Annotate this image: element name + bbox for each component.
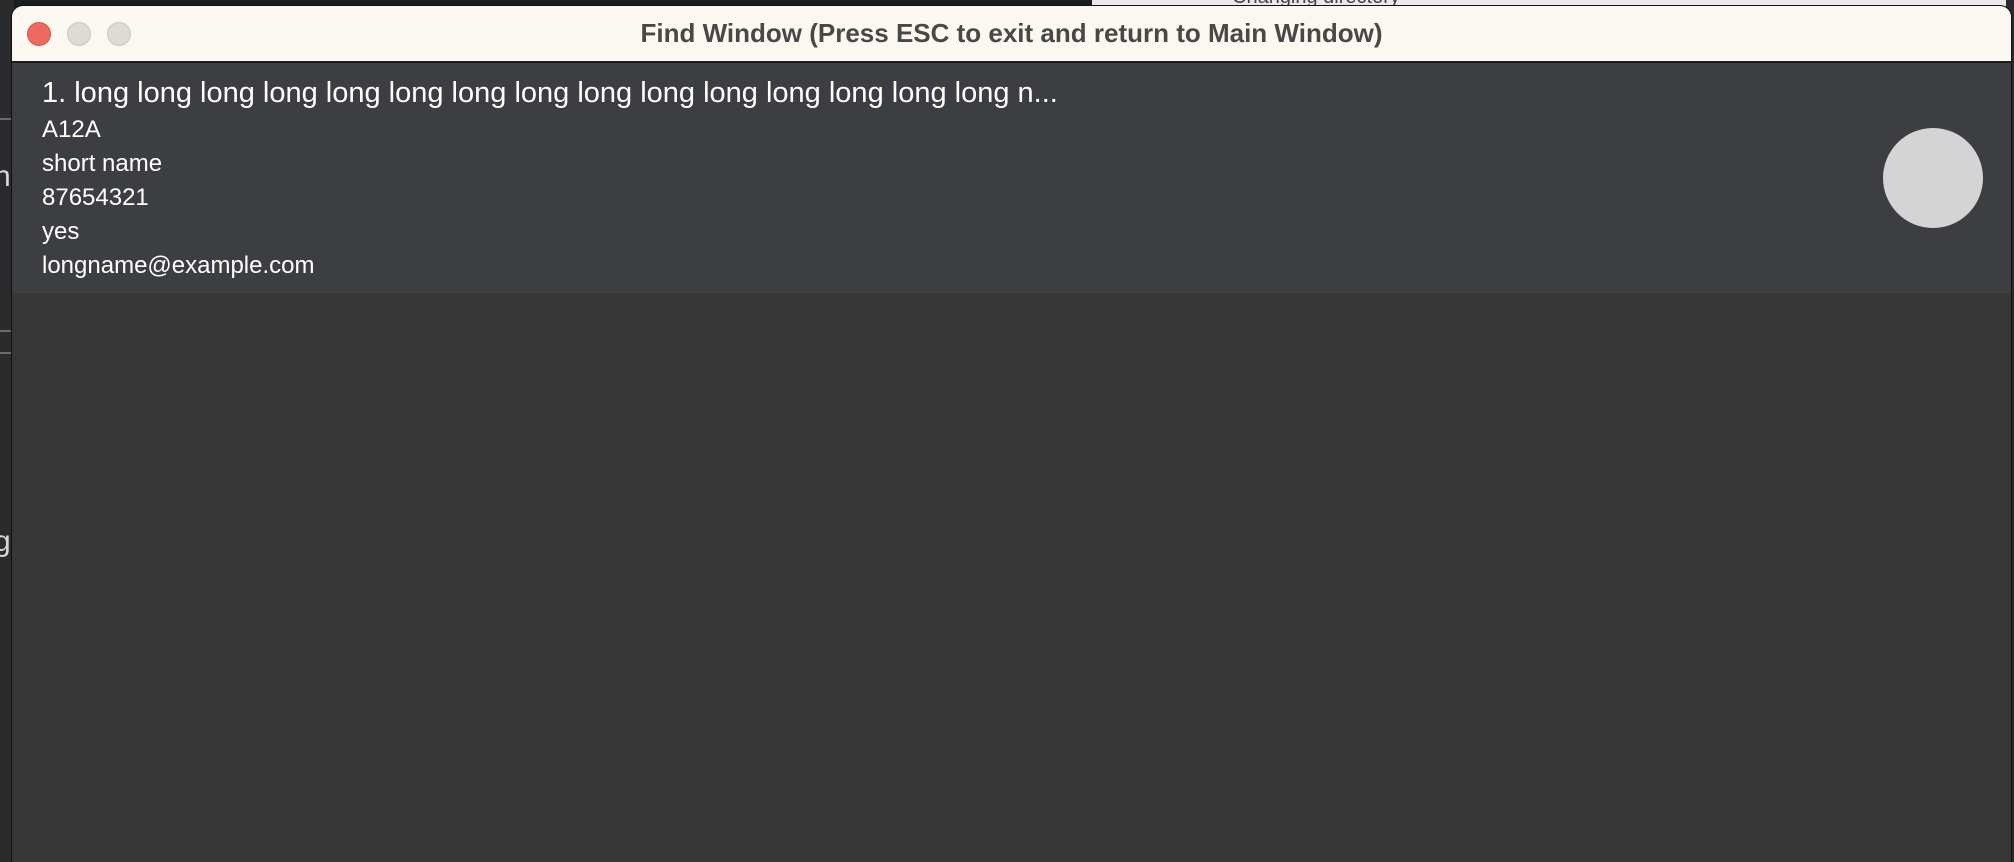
result-email: longname@example.com [42, 252, 315, 279]
result-short-name: short name [42, 150, 163, 177]
result-status: yes [42, 218, 80, 245]
result-phone: 87654321 [42, 184, 149, 211]
result-details: 1. long long long long long long long lo… [42, 73, 1058, 283]
window-title: Find Window (Press ESC to exit and retur… [640, 18, 1383, 48]
find-window: Find Window (Press ESC to exit and retur… [12, 6, 2011, 862]
avatar [1883, 128, 1983, 228]
result-code: A12A [42, 116, 101, 143]
result-card[interactable]: 1. long long long long long long long lo… [12, 63, 2011, 293]
background-text-fragment: g [0, 525, 11, 558]
result-name: 1. long long long long long long long lo… [42, 77, 1058, 109]
results-list: 1. long long long long long long long lo… [12, 63, 2011, 862]
title-bar[interactable]: Find Window (Press ESC to exit and retur… [12, 6, 2011, 63]
